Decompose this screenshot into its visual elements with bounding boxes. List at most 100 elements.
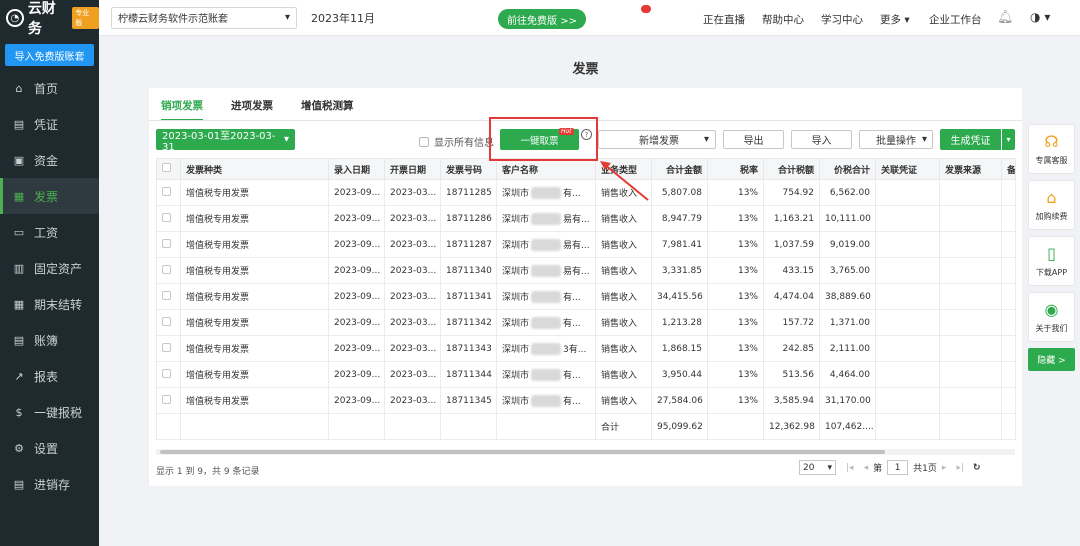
row-checkbox[interactable]	[162, 186, 171, 196]
total-cell: 3,765.00	[819, 257, 876, 284]
tax-rate-cell: 13%	[707, 335, 764, 362]
sidebar-item-5[interactable]: ▥ 固定资产	[0, 250, 99, 286]
prev-page-icon[interactable]: ◂	[864, 463, 869, 473]
sidebar-item-0[interactable]: ⌂ 首页	[0, 70, 99, 106]
row-checkbox-cell[interactable]	[156, 179, 181, 206]
generate-voucher-button[interactable]: 生成凭证	[940, 129, 1001, 150]
table-row[interactable]: 增值税专用发票 2023-09... 2023-03... 18711344 深圳市 有.…	[156, 361, 1016, 388]
rail-item-1[interactable]: ⌂ 加购续费	[1028, 180, 1075, 230]
page-size-select[interactable]: 20 ▾	[799, 460, 836, 475]
sidebar-item-8[interactable]: ↗ 报表	[0, 358, 99, 394]
column-header[interactable]: 开票日期	[384, 158, 441, 180]
row-checkbox[interactable]	[162, 316, 171, 326]
date-range-select[interactable]: 2023-03-01至2023-03-31 ▾	[156, 129, 295, 153]
row-checkbox-cell[interactable]	[156, 361, 181, 388]
column-header[interactable]: 价税合计	[819, 158, 876, 180]
tab-vat-estimate[interactable]: 增值税测算	[301, 98, 354, 121]
column-header[interactable]: 发票来源	[939, 158, 1002, 180]
sidebar-item-2[interactable]: ▣ 资金	[0, 142, 99, 178]
last-page-icon[interactable]: ▸|	[956, 463, 964, 473]
row-checkbox[interactable]	[162, 212, 171, 222]
table-row[interactable]: 增值税专用发票 2023-09... 2023-03... 18711287 深圳市 易有…	[156, 231, 1016, 258]
tab-purchase-invoice[interactable]: 进项发票	[231, 98, 273, 121]
go-free-version-button[interactable]: 前往免费版 >>	[498, 9, 586, 29]
table-row[interactable]: 增值税专用发票 2023-09... 2023-03... 18711341 深圳市 有.…	[156, 283, 1016, 310]
sidebar-item-4[interactable]: ▭ 工资	[0, 214, 99, 250]
live-link[interactable]: 正在直播	[703, 12, 745, 27]
tax-rate-cell: 13%	[707, 179, 764, 206]
column-header[interactable]: 税率	[707, 158, 764, 180]
more-menu[interactable]: 更多 ▾	[880, 12, 910, 27]
refresh-icon[interactable]: ↻	[973, 463, 981, 473]
logo[interactable]: ◔ 云财务 专业版	[0, 0, 99, 37]
column-header[interactable]: 录入日期	[328, 158, 385, 180]
column-header[interactable]: 发票种类	[180, 158, 329, 180]
invoice-type-cell: 增值税专用发票	[180, 231, 329, 258]
row-checkbox-cell[interactable]	[156, 205, 181, 232]
sidebar-item-6[interactable]: ▦ 期末结转	[0, 286, 99, 322]
rail-item-2[interactable]: ▯ 下载APP	[1028, 236, 1075, 286]
table-row[interactable]: 增值税专用发票 2023-09... 2023-03... 18711286 深圳市 易有…	[156, 205, 1016, 232]
import-button[interactable]: 导入	[791, 130, 852, 149]
sidebar-item-10[interactable]: ⚙ 设置	[0, 430, 99, 466]
row-checkbox[interactable]	[162, 238, 171, 248]
sidebar-item-label: 账簿	[34, 333, 59, 348]
sidebar-item-1[interactable]: ▤ 凭证	[0, 106, 99, 142]
row-checkbox-cell[interactable]	[156, 335, 181, 362]
account-select[interactable]: 柠檬云财务软件示范账套 ▾	[111, 6, 297, 29]
sidebar-item-7[interactable]: ▤ 账簿	[0, 322, 99, 358]
hide-rail-button[interactable]: 隐藏 >	[1028, 348, 1075, 371]
row-checkbox-cell[interactable]	[156, 257, 181, 284]
first-page-icon[interactable]: |◂	[846, 463, 854, 473]
page-number-input[interactable]: 1	[887, 460, 909, 475]
show-all-checkbox[interactable]	[419, 136, 429, 147]
scrollbar-thumb[interactable]	[160, 450, 885, 454]
tab-sales-invoice[interactable]: 销项发票	[161, 98, 203, 121]
show-all-info-toggle[interactable]: 显示所有信息	[419, 134, 494, 149]
column-header[interactable]: 发票号码	[440, 158, 497, 180]
generate-voucher-caret-icon[interactable]: ▾	[1002, 129, 1015, 150]
row-checkbox[interactable]	[162, 368, 171, 378]
row-checkbox[interactable]	[162, 394, 171, 404]
table-row[interactable]: 增值税专用发票 2023-09... 2023-03... 18711345 深圳市 有.…	[156, 387, 1016, 414]
column-header[interactable]: 关联凭证	[875, 158, 940, 180]
sidebar-item-3[interactable]: ▦ 发票	[0, 178, 99, 214]
row-checkbox-cell[interactable]	[156, 283, 181, 310]
new-invoice-dropdown[interactable]: 新增发票 ▾	[598, 130, 716, 149]
user-menu[interactable]: ◑ ▾	[1030, 10, 1050, 24]
row-checkbox[interactable]	[162, 264, 171, 274]
select-all-cell[interactable]	[156, 158, 181, 180]
row-checkbox-cell[interactable]	[156, 387, 181, 414]
learning-center-link[interactable]: 学习中心	[821, 12, 863, 27]
row-checkbox-cell[interactable]	[156, 309, 181, 336]
table-row[interactable]: 增值税专用发票 2023-09... 2023-03... 18711285 深圳市 有.…	[156, 179, 1016, 206]
batch-operation-dropdown[interactable]: 批量操作 ▾	[859, 130, 933, 149]
row-checkbox[interactable]	[162, 342, 171, 352]
row-checkbox[interactable]	[162, 290, 171, 300]
customer-suffix: 有...	[563, 318, 581, 329]
note-cell	[1001, 335, 1016, 362]
enterprise-workbench-link[interactable]: 企业工作台	[929, 12, 982, 27]
issue-date-cell: 2023-03...	[384, 205, 441, 232]
bell-icon[interactable]: 🔔︎	[997, 10, 1014, 26]
rail-item-0[interactable]: ☊ 专属客服	[1028, 124, 1075, 174]
total-cell	[440, 413, 497, 440]
column-header[interactable]: 客户名称	[496, 158, 596, 180]
row-checkbox-cell[interactable]	[156, 231, 181, 258]
column-header[interactable]: 合计金额	[651, 158, 708, 180]
import-free-account-button[interactable]: 导入免费版账套	[5, 44, 94, 66]
rail-item-3[interactable]: ◉ 关于我们	[1028, 292, 1075, 342]
column-header[interactable]: 合计税额	[763, 158, 820, 180]
export-button[interactable]: 导出	[723, 130, 784, 149]
horizontal-scrollbar[interactable]	[156, 449, 1015, 455]
column-header[interactable]: 业务类型	[595, 158, 652, 180]
table-row[interactable]: 增值税专用发票 2023-09... 2023-03... 18711342 深圳市 有.…	[156, 309, 1016, 336]
select-all-checkbox[interactable]	[162, 163, 171, 172]
sidebar-item-9[interactable]: $ 一键报税	[0, 394, 99, 430]
help-center-link[interactable]: 帮助中心	[762, 12, 804, 27]
sidebar-item-11[interactable]: ▤ 进销存	[0, 466, 99, 502]
column-header[interactable]: 备	[1001, 158, 1016, 180]
next-page-icon[interactable]: ▸	[942, 463, 947, 473]
table-row[interactable]: 增值税专用发票 2023-09... 2023-03... 18711340 深圳市 易有…	[156, 257, 1016, 284]
table-row[interactable]: 增值税专用发票 2023-09... 2023-03... 18711343 深圳市 3有…	[156, 335, 1016, 362]
